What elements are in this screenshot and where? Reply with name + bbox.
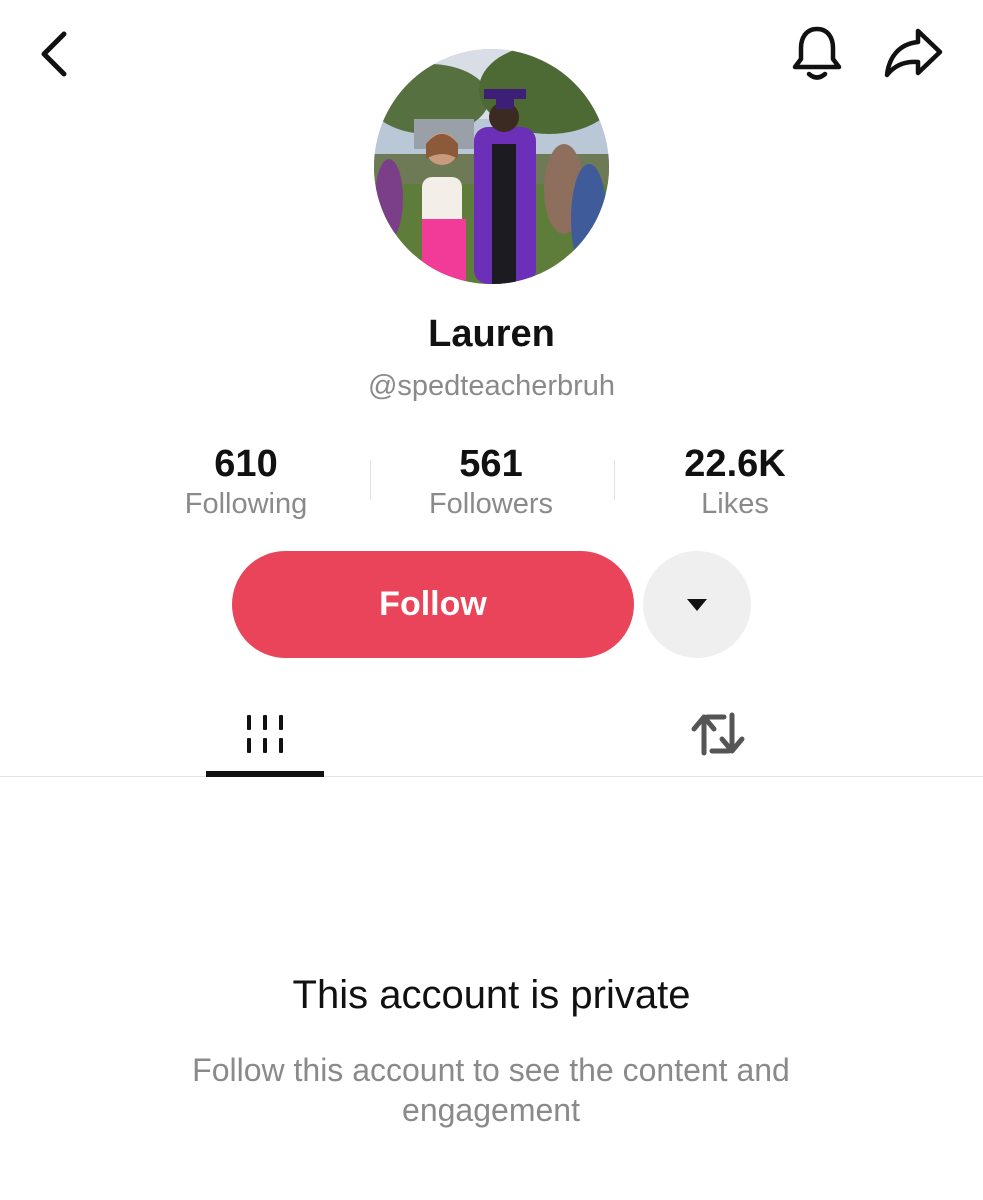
stat-value: 22.6K [684,443,786,485]
share-button[interactable] [880,22,946,84]
caret-down-icon [687,598,707,611]
tab-videos[interactable] [160,690,370,778]
stat-likes[interactable]: 22.6K Likes [615,440,855,524]
avatar[interactable] [374,49,609,284]
active-tab-indicator [206,771,324,777]
private-description: Follow this account to see the content a… [192,1052,790,1128]
username: @spedteacherbruh [367,370,616,402]
chevron-left-icon [41,31,67,77]
display-name: Lauren [428,313,555,355]
stat-label: Followers [428,488,554,520]
tabs-divider [0,776,983,777]
repost-icon [691,712,745,756]
tab-reposts[interactable] [613,690,823,778]
notification-button[interactable] [786,22,848,84]
bell-icon [792,26,842,80]
stat-following[interactable]: 610 Following [126,440,366,524]
more-options-button[interactable] [643,551,751,658]
share-arrow-icon [884,28,943,78]
back-button[interactable] [24,24,84,84]
stat-label: Following [184,488,308,520]
avatar-photo [374,49,609,284]
stat-label: Likes [701,488,769,520]
private-title: This account is private [292,973,691,1017]
stat-followers[interactable]: 561 Followers [371,440,611,524]
follow-button[interactable]: Follow [232,551,634,658]
grid-icon [247,715,283,753]
stat-value: 610 [214,443,278,485]
stat-value: 561 [459,443,523,485]
